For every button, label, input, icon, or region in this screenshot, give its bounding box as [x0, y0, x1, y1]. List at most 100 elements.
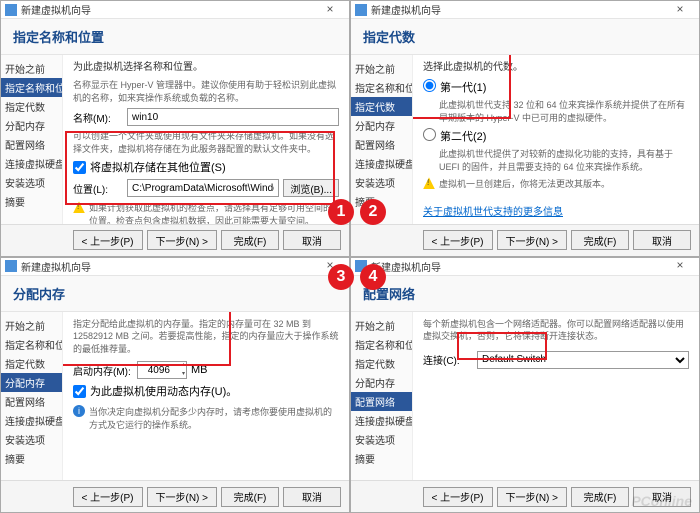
watermark: PConline [631, 493, 692, 509]
warning-icon [423, 177, 435, 189]
sidebar-item[interactable]: 配置网络 [1, 135, 62, 154]
cancel-button[interactable]: 取消 [633, 230, 691, 250]
close-icon[interactable]: × [665, 258, 695, 274]
memory-label: 启动内存(M): [73, 363, 133, 378]
finish-button[interactable]: 完成(F) [571, 230, 629, 250]
sidebar-item[interactable]: 分配内存 [351, 373, 412, 392]
sidebar-item[interactable]: 指定名称和位置 [1, 78, 62, 97]
sidebar-item[interactable]: 配置网络 [1, 392, 62, 411]
name-input[interactable] [127, 108, 339, 126]
step-badge-3: 3 [328, 264, 354, 290]
window-icon [5, 260, 17, 272]
memory-input[interactable] [137, 361, 187, 379]
next-button[interactable]: 下一步(N) > [497, 230, 568, 250]
sidebar-item[interactable]: 分配内存 [351, 116, 412, 135]
location-label: 位置(L): [73, 181, 123, 196]
finish-button[interactable]: 完成(F) [221, 487, 279, 507]
sidebar: 开始之前 指定名称和位置 指定代数 分配内存 配置网络 连接虚拟硬盘 安装选项 … [351, 312, 413, 481]
gen2-desc: 此虚拟机世代提供了对较新的虚拟化功能的支持，具有基于 UEFI 的固件，并且需要… [439, 148, 689, 173]
sidebar-item[interactable]: 摘要 [1, 192, 62, 211]
wizard-pane-3: 新建虚拟机向导 × 分配内存 开始之前 指定名称和位置 指定代数 分配内存 配置… [0, 257, 350, 513]
titlebar: 新建虚拟机向导 × [351, 1, 699, 19]
cancel-button[interactable]: 取消 [283, 487, 341, 507]
warning-text: 如果计划获取此虚拟机的检查点，请选择具有足够可用空间的位置。检查点包含虚拟机数据… [89, 201, 339, 223]
location-input[interactable] [127, 179, 279, 197]
sidebar-item[interactable]: 指定代数 [1, 354, 62, 373]
desc-text: 每个新虚拟机包含一个网络适配器。你可以配置网络适配器以使用虚拟交换机，否则，它将… [423, 318, 689, 343]
desc-text: 可以创建一个文件夹或使用现有文件夹来存储虚拟机。如果没有选择文件夹，虚拟机将存储… [73, 130, 339, 155]
sidebar-item[interactable]: 指定代数 [351, 354, 412, 373]
sidebar-item[interactable]: 指定名称和位置 [351, 335, 412, 354]
prev-button[interactable]: < 上一步(P) [73, 487, 143, 507]
sidebar-item[interactable]: 安装选项 [1, 430, 62, 449]
more-info-link[interactable]: 关于虚拟机世代支持的更多信息 [423, 207, 563, 218]
titlebar: 新建虚拟机向导 × [351, 258, 699, 276]
page-heading: 分配内存 [1, 276, 349, 312]
sidebar-item[interactable]: 连接虚拟硬盘 [1, 154, 62, 173]
sidebar-item[interactable]: 指定代数 [351, 97, 412, 116]
finish-button[interactable]: 完成(F) [571, 487, 629, 507]
sidebar: 开始之前 指定名称和位置 指定代数 分配内存 配置网络 连接虚拟硬盘 安装选项 … [351, 55, 413, 224]
finish-button[interactable]: 完成(F) [221, 230, 279, 250]
sidebar-item[interactable]: 开始之前 [351, 59, 412, 78]
step-badge-1: 1 [328, 199, 354, 225]
sidebar: 开始之前 指定名称和位置 指定代数 分配内存 配置网络 连接虚拟硬盘 安装选项 … [1, 312, 63, 481]
dynamic-memory-checkbox[interactable] [73, 385, 86, 398]
sidebar-item[interactable]: 开始之前 [1, 316, 62, 335]
window-icon [5, 4, 17, 16]
sidebar-item[interactable]: 连接虚拟硬盘 [351, 154, 412, 173]
next-button[interactable]: 下一步(N) > [147, 487, 218, 507]
next-button[interactable]: 下一步(N) > [497, 487, 568, 507]
warning-text: 虚拟机一旦创建后，你将无法更改其版本。 [439, 177, 610, 190]
sidebar-item[interactable]: 安装选项 [1, 173, 62, 192]
sidebar-item[interactable]: 摘要 [1, 449, 62, 468]
info-text: 当你决定向虚拟机分配多少内存时，请考虑你要使用虚拟机的方式及它运行的操作系统。 [89, 405, 339, 431]
sidebar-item[interactable]: 安装选项 [351, 430, 412, 449]
cancel-button[interactable]: 取消 [283, 230, 341, 250]
desc-text: 指定分配给此虚拟机的内存量。指定的内存量可在 32 MB 到 12582912 … [73, 318, 339, 356]
close-icon[interactable]: × [315, 2, 345, 18]
gen1-radio[interactable] [423, 79, 436, 92]
sidebar-item[interactable]: 摘要 [351, 449, 412, 468]
prev-button[interactable]: < 上一步(P) [73, 230, 143, 250]
gen1-label: 第一代(1) [440, 79, 486, 95]
gen2-radio[interactable] [423, 128, 436, 141]
titlebar: 新建虚拟机向导 × [1, 1, 349, 19]
sidebar-item[interactable]: 配置网络 [351, 135, 412, 154]
desc-text: 选择此虚拟机的代数。 [423, 61, 689, 75]
sidebar-item[interactable]: 指定名称和位置 [351, 78, 412, 97]
sidebar-item[interactable]: 开始之前 [1, 59, 62, 78]
gen1-desc: 此虚拟机世代支持 32 位和 64 位来宾操作系统并提供了在所有早期版本的 Hy… [439, 99, 689, 124]
browse-button[interactable]: 浏览(B)... [283, 179, 339, 197]
step-badge-4: 4 [360, 264, 386, 290]
window-title: 新建虚拟机向导 [371, 259, 665, 274]
sidebar-item[interactable]: 连接虚拟硬盘 [1, 411, 62, 430]
window-icon [355, 4, 367, 16]
sidebar: 开始之前 指定名称和位置 指定代数 分配内存 配置网络 连接虚拟硬盘 安装选项 … [1, 55, 63, 224]
sidebar-item[interactable]: 指定代数 [1, 97, 62, 116]
sidebar-item[interactable]: 指定名称和位置 [1, 335, 62, 354]
footer: < 上一步(P) 下一步(N) > 完成(F) 取消 [1, 224, 349, 256]
sidebar-item[interactable]: 配置网络 [351, 392, 412, 411]
connection-select[interactable]: Default Switch [477, 351, 689, 369]
sidebar-item[interactable]: 分配内存 [1, 116, 62, 135]
store-other-label: 将虚拟机存储在其他位置(S) [90, 159, 226, 175]
page-heading: 指定代数 [351, 19, 699, 55]
sidebar-item[interactable]: 连接虚拟硬盘 [351, 411, 412, 430]
memory-unit: MB [191, 364, 208, 376]
wizard-pane-4: 新建虚拟机向导 × 配置网络 开始之前 指定名称和位置 指定代数 分配内存 配置… [350, 257, 700, 513]
page-heading: 指定名称和位置 [1, 19, 349, 55]
sidebar-item[interactable]: 分配内存 [1, 373, 62, 392]
sidebar-item[interactable]: 开始之前 [351, 316, 412, 335]
close-icon[interactable]: × [665, 2, 695, 18]
desc-text: 名称显示在 Hyper-V 管理器中。建议你使用有助于轻松识别此虚拟机的名称，如… [73, 79, 339, 104]
store-other-checkbox[interactable] [73, 161, 86, 174]
wizard-pane-2: 新建虚拟机向导 × 指定代数 开始之前 指定名称和位置 指定代数 分配内存 配置… [350, 0, 700, 257]
next-button[interactable]: 下一步(N) > [147, 230, 218, 250]
footer: < 上一步(P) 下一步(N) > 完成(F) 取消 [1, 480, 349, 512]
titlebar: 新建虚拟机向导 × [1, 258, 349, 276]
prev-button[interactable]: < 上一步(P) [423, 230, 493, 250]
sidebar-item[interactable]: 安装选项 [351, 173, 412, 192]
prev-button[interactable]: < 上一步(P) [423, 487, 493, 507]
page-heading: 配置网络 [351, 276, 699, 312]
